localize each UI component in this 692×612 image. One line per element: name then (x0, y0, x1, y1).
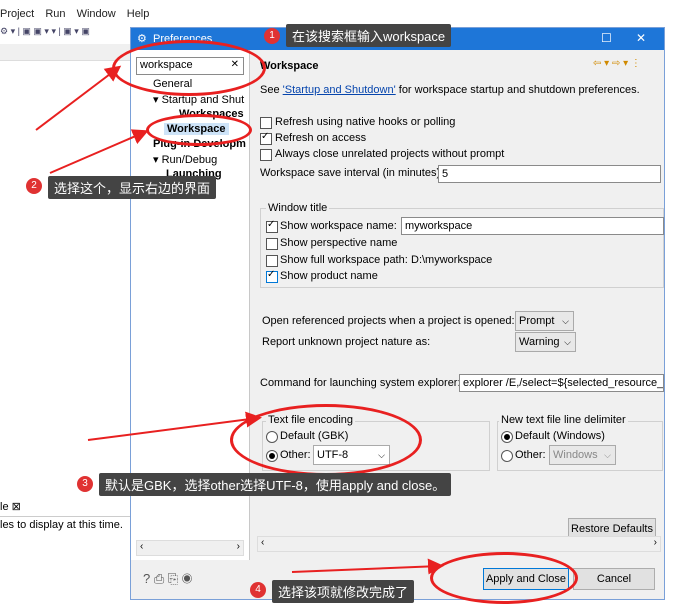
highlight-ellipse-workspace (146, 114, 252, 146)
arrow-2 (49, 129, 149, 174)
annotation-4: 选择该项就修改完成了 (272, 580, 415, 603)
arrow-1 (35, 65, 122, 131)
highlight-ellipse-filter (112, 40, 266, 96)
step-number-2: 2 (26, 178, 42, 194)
annotation-2: 选择这个，显示右边的界面 (48, 176, 217, 199)
highlight-ellipse-apply (430, 552, 578, 604)
annotation-arrows (35, 65, 444, 575)
arrow-4 (291, 558, 444, 575)
annotation-3: 默认是GBK，选择other选择UTF-8，使用apply and close。 (99, 473, 452, 496)
step-number-3: 3 (77, 476, 93, 492)
annotation-1: 在该搜索框输入workspace (286, 24, 452, 47)
highlight-ellipse-encoding (230, 404, 422, 476)
step-number-4: 4 (250, 582, 266, 598)
step-number-1: 1 (264, 28, 280, 44)
